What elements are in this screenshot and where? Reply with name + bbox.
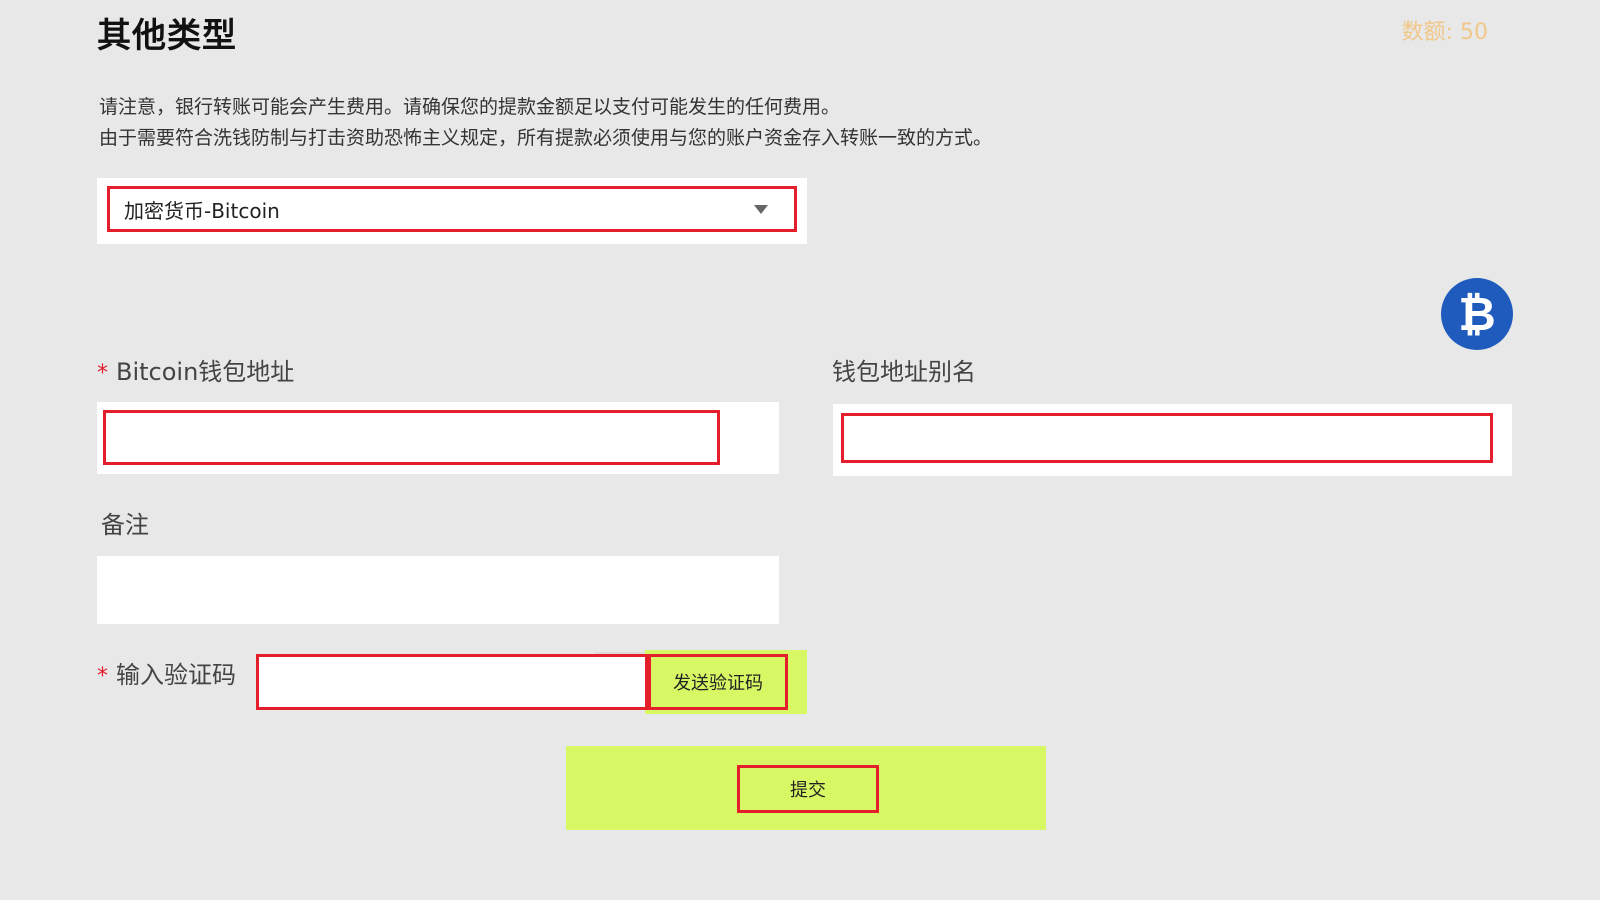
balance-display: 数额: 50 <box>1401 20 1488 45</box>
verification-label: * 输入验证码 <box>97 661 236 689</box>
verification-input-wrap <box>256 654 648 710</box>
chevron-down-icon <box>754 205 768 214</box>
wallet-alias-input-wrap <box>841 413 1493 463</box>
payment-method-select-container: 加密货币-Bitcoin <box>97 178 807 244</box>
remark-label: 备注 <box>101 511 149 539</box>
bitcoin-icon: ₿ <box>1441 278 1513 350</box>
wallet-address-input-wrap <box>103 410 720 465</box>
notice-line-2: 由于需要符合洗钱防制与打击资助恐怖主义规定，所有提款必须使用与您的账户资金存入转… <box>99 127 993 149</box>
submit-button[interactable]: 提交 <box>737 765 879 813</box>
wallet-alias-label: 钱包地址别名 <box>832 358 976 386</box>
remark-input[interactable] <box>97 556 779 624</box>
send-code-button[interactable]: 发送验证码 <box>648 654 788 710</box>
bitcoin-symbol: ₿ <box>1458 287 1496 341</box>
notice-line-1: 请注意，银行转账可能会产生费用。请确保您的提款金额足以支付可能发生的任何费用。 <box>99 96 841 118</box>
required-mark: * <box>97 664 108 689</box>
withdraw-form-page: 其他类型 数额: 50 请注意，银行转账可能会产生费用。请确保您的提款金额足以支… <box>0 0 1600 900</box>
wallet-address-input[interactable] <box>106 413 717 462</box>
payment-method-select[interactable]: 加密货币-Bitcoin <box>107 186 797 232</box>
verification-code-input[interactable] <box>259 657 645 707</box>
required-mark: * <box>97 361 108 386</box>
wallet-address-label: * Bitcoin钱包地址 <box>97 358 295 386</box>
page-title: 其他类型 <box>97 16 237 56</box>
notice-text: 请注意，银行转账可能会产生费用。请确保您的提款金额足以支付可能发生的任何费用。 … <box>99 92 992 154</box>
remark-field-box <box>97 556 779 624</box>
payment-method-selected: 加密货币-Bitcoin <box>124 198 280 223</box>
wallet-alias-input[interactable] <box>844 416 1490 460</box>
